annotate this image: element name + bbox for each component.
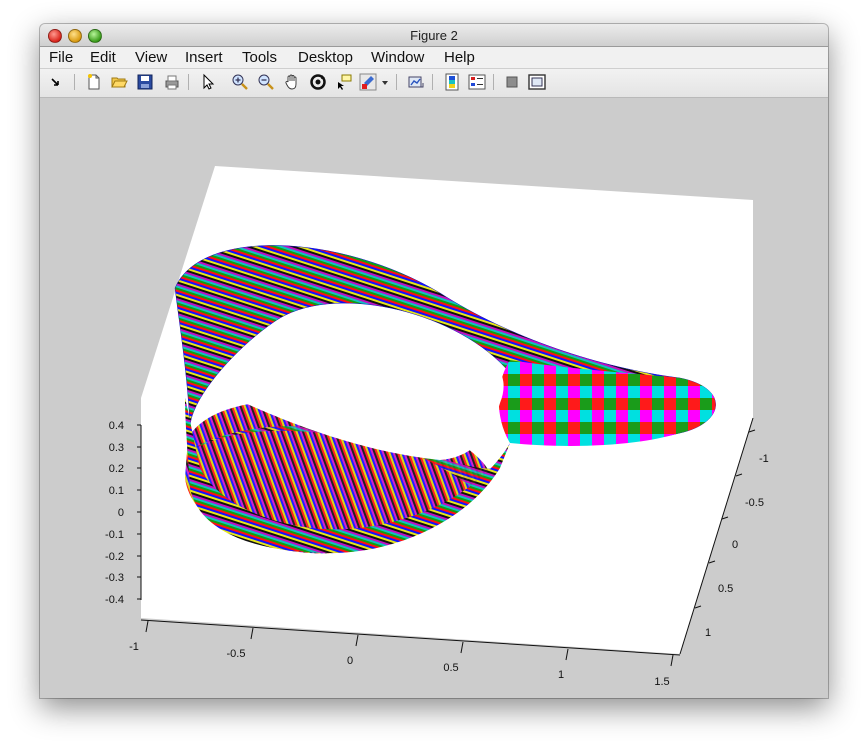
toolbar-separator <box>188 74 189 90</box>
title-bar[interactable]: Figure 2 <box>40 24 828 47</box>
y-tick-label: -1 <box>759 453 769 465</box>
pan-hand-icon[interactable] <box>282 72 302 92</box>
figure-canvas[interactable]: 0.4 0.3 0.2 0.1 0 -0.1 -0.2 -0.3 -0.4 -1… <box>40 98 828 698</box>
data-cursor-icon[interactable] <box>334 72 354 92</box>
x-tick-label: 0.5 <box>443 662 458 674</box>
z-tick-label: -0.4 <box>105 594 124 606</box>
z-tick-label: 0.2 <box>109 463 124 475</box>
pointer-icon[interactable] <box>198 72 218 92</box>
new-figure-icon[interactable] <box>84 72 104 92</box>
print-icon[interactable] <box>162 72 182 92</box>
insert-colorbar-icon[interactable] <box>442 72 462 92</box>
rotate-3d-icon[interactable] <box>308 72 328 92</box>
axes-3d[interactable]: 0.4 0.3 0.2 0.1 0 -0.1 -0.2 -0.3 -0.4 -1… <box>40 98 828 698</box>
z-tick-label: -0.1 <box>105 529 124 541</box>
edit-plot-arrow-icon[interactable] <box>46 72 66 92</box>
y-tick-label: -0.5 <box>745 497 764 509</box>
zoom-out-icon[interactable] <box>256 72 276 92</box>
menu-tools[interactable]: Tools <box>242 49 277 66</box>
z-tick-label: -0.2 <box>105 551 124 563</box>
x-tick-label: 1.5 <box>654 676 669 688</box>
x-tick-label: -0.5 <box>227 648 246 660</box>
figure-window: Figure 2 File Edit View Insert Tools Des… <box>40 24 828 698</box>
show-plot-tools-icon[interactable] <box>527 72 547 92</box>
open-folder-icon[interactable] <box>109 72 129 92</box>
menu-edit[interactable]: Edit <box>90 49 116 66</box>
x-tick-labels: -1 -0.5 0 0.5 1 1.5 <box>129 641 670 688</box>
z-tick-label: -0.3 <box>105 572 124 584</box>
menu-view[interactable]: View <box>135 49 167 66</box>
y-tick-label: 0 <box>732 539 738 551</box>
menu-bar: File Edit View Insert Tools Desktop Wind… <box>40 47 828 69</box>
x-tick-label: 0 <box>347 655 353 667</box>
link-plot-icon[interactable] <box>406 72 426 92</box>
z-axis <box>137 424 142 600</box>
brush-dropdown-icon[interactable] <box>379 72 391 92</box>
y-tick-label: 0.5 <box>718 583 733 595</box>
brush-icon[interactable] <box>358 72 378 92</box>
z-tick-labels: 0.4 0.3 0.2 0.1 0 -0.1 -0.2 -0.3 -0.4 <box>105 420 124 606</box>
z-tick-label: 0.3 <box>109 442 124 454</box>
y-tick-label: 1 <box>705 627 711 639</box>
z-tick-label: 0 <box>118 507 124 519</box>
menu-insert[interactable]: Insert <box>185 49 223 66</box>
menu-window[interactable]: Window <box>371 49 424 66</box>
z-tick-label: 0.1 <box>109 485 124 497</box>
figure-toolbar <box>40 69 828 98</box>
menu-help[interactable]: Help <box>444 49 475 66</box>
toolbar-separator <box>396 74 397 90</box>
toolbar-separator <box>493 74 494 90</box>
toolbar-separator <box>432 74 433 90</box>
save-icon[interactable] <box>135 72 155 92</box>
insert-legend-icon[interactable] <box>467 72 487 92</box>
x-tick-label: -1 <box>129 641 139 653</box>
toolbar-separator <box>74 74 75 90</box>
menu-desktop[interactable]: Desktop <box>298 49 353 66</box>
zoom-in-icon[interactable] <box>230 72 250 92</box>
menu-file[interactable]: File <box>49 49 73 66</box>
x-tick-label: 1 <box>558 669 564 681</box>
hide-plot-tools-icon[interactable] <box>502 72 522 92</box>
z-tick-label: 0.4 <box>109 420 124 432</box>
window-title: Figure 2 <box>410 28 458 43</box>
